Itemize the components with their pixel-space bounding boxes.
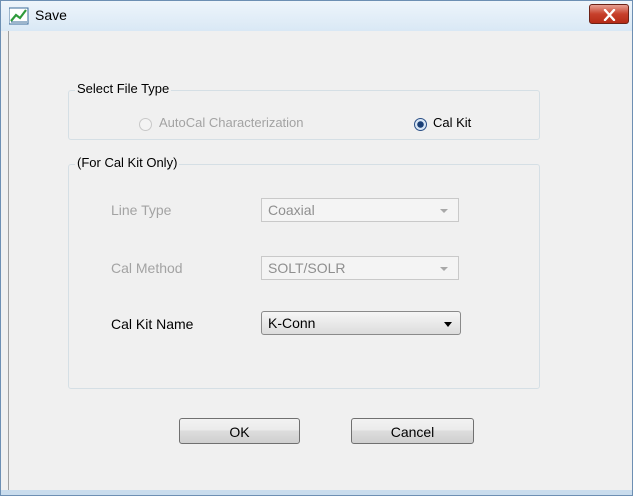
cal-kit-group-label: (For Cal Kit Only) xyxy=(75,155,180,170)
window-bottom-edge xyxy=(1,490,632,495)
window-title: Save xyxy=(35,7,67,23)
cancel-button[interactable]: Cancel xyxy=(351,418,474,444)
graph-icon xyxy=(9,7,29,25)
chevron-down-icon xyxy=(440,267,448,271)
file-type-group-label: Select File Type xyxy=(75,81,172,96)
cal-kit-name-value: K-Conn xyxy=(268,315,316,331)
cal-kit-name-label: Cal Kit Name xyxy=(111,316,194,332)
cal-kit-radio-button[interactable] xyxy=(414,118,427,131)
close-button[interactable] xyxy=(589,4,629,24)
chevron-down-icon xyxy=(444,322,452,327)
autocal-radio-label: AutoCal Characterization xyxy=(159,115,304,130)
cal-kit-radio-label: Cal Kit xyxy=(433,115,472,130)
close-icon xyxy=(603,9,616,21)
ok-button[interactable]: OK xyxy=(179,418,300,444)
chevron-down-icon xyxy=(440,209,448,213)
line-type-value: Coaxial xyxy=(268,202,315,218)
title-bar[interactable]: Save xyxy=(1,1,632,31)
cal-kit-name-select[interactable]: K-Conn xyxy=(261,311,461,335)
save-dialog: Save Select File Type AutoCal Characteri… xyxy=(0,0,633,496)
cal-method-label: Cal Method xyxy=(111,260,183,276)
line-type-select[interactable]: Coaxial xyxy=(261,198,459,222)
line-type-label: Line Type xyxy=(111,202,172,218)
autocal-radio-button[interactable] xyxy=(139,118,152,131)
dialog-body: Select File Type AutoCal Characterizatio… xyxy=(8,31,626,490)
cal-method-value: SOLT/SOLR xyxy=(268,260,346,276)
cal-method-select[interactable]: SOLT/SOLR xyxy=(261,256,459,280)
